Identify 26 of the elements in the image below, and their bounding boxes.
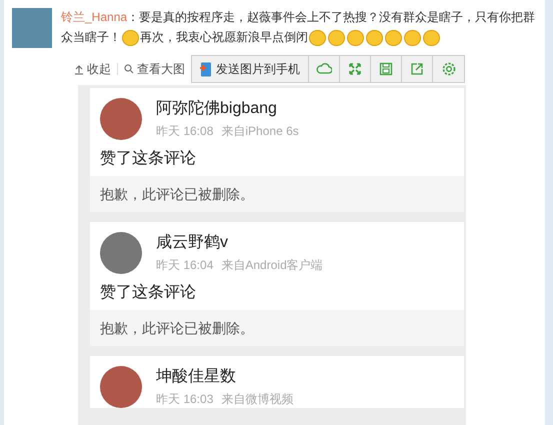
post-source: 来自微博视频	[221, 391, 294, 407]
post-text: 赞了这条评论	[99, 148, 197, 169]
settings-icon	[440, 61, 456, 77]
post-text: 赞了这条评论	[99, 282, 197, 303]
post-time: 昨天 16:04	[156, 257, 214, 273]
deleted-comment-notice: 抱歉，此评论已被删除。	[90, 176, 464, 212]
user-name: 咸云野鹤v	[156, 232, 229, 253]
expand-icon	[347, 61, 363, 77]
save-icon	[378, 61, 394, 77]
comment-text: 铃兰_Hanna：要是真的按程序走，赵薇事件会上不了热搜？没有群众是瞎子，只有你把群众当瞎子！ 再次，我衷心祝愿新浪早点倒闭	[61, 9, 536, 48]
share-icon	[409, 61, 425, 77]
avatar-photo-placeholder	[100, 232, 142, 274]
view-large-link[interactable]: 查看大图	[124, 60, 185, 78]
post-time: 昨天 16:08	[156, 123, 214, 139]
post-time: 昨天 16:03	[156, 391, 214, 407]
phone-icon	[200, 62, 212, 76]
avatar-photo-placeholder	[100, 366, 142, 408]
post-source: 来自iPhone 6s	[221, 123, 299, 139]
collapse-link[interactable]: 收起	[74, 60, 111, 78]
post-source: 来自Android客户端	[221, 257, 323, 273]
user-name: 坤酸佳星数	[156, 367, 237, 387]
avatar-photo-placeholder	[100, 98, 142, 140]
search-icon	[124, 64, 134, 74]
user-name: 阿弥陀佛bigbang	[156, 98, 278, 119]
deleted-comment-notice: 抱歉，此评论已被删除。	[90, 310, 464, 346]
upload-arrow-icon	[74, 64, 84, 74]
